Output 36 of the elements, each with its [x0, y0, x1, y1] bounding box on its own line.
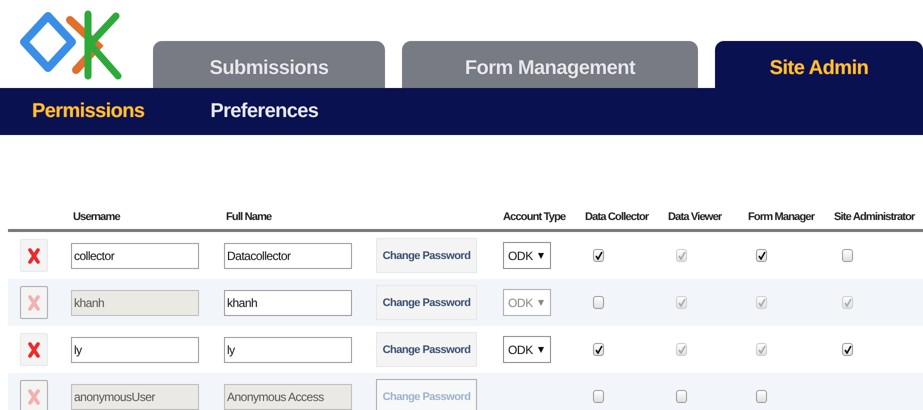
change-password-button[interactable]: Change Password — [376, 332, 477, 367]
username-field[interactable]: ly — [71, 336, 199, 362]
column-header: Full Name — [225, 211, 273, 223]
caret-icon — [538, 346, 544, 353]
full-name-field[interactable]: khanh — [224, 290, 352, 316]
checkbox[interactable] — [842, 249, 853, 262]
subnav-link[interactable]: Preferences — [210, 100, 318, 123]
delete-icon — [28, 294, 40, 310]
account-type-dropdown[interactable]: ODK — [503, 336, 551, 363]
delete-icon — [28, 248, 40, 264]
checkbox[interactable] — [593, 390, 604, 403]
caret-icon — [538, 252, 544, 259]
change-password-button[interactable]: Change Password — [376, 285, 477, 320]
nav-tab[interactable]: Site Admin — [715, 41, 923, 88]
checkbox[interactable] — [593, 249, 604, 262]
column-header: Username — [72, 211, 122, 223]
full-name-field[interactable]: ly — [224, 336, 352, 362]
column-header: Data Viewer — [667, 211, 723, 223]
subnav-link[interactable]: Permissions — [32, 100, 144, 123]
username-field[interactable]: collector — [71, 242, 199, 268]
checkbox[interactable] — [593, 296, 604, 309]
caret-icon — [538, 299, 544, 306]
delete-icon — [28, 388, 40, 404]
checkbox[interactable] — [676, 390, 687, 403]
checkbox[interactable] — [756, 390, 767, 403]
checkbox[interactable] — [842, 343, 853, 356]
column-header: Form Manager — [747, 211, 816, 223]
full-name-field[interactable]: Datacollector — [224, 242, 352, 268]
delete-icon — [28, 342, 40, 358]
account-type-dropdown[interactable]: ODK — [503, 242, 551, 269]
checkbox[interactable] — [756, 249, 767, 262]
change-password-button[interactable]: Change Password — [376, 238, 477, 273]
checkbox[interactable] — [593, 343, 604, 356]
column-header: Data Collector — [584, 211, 650, 223]
column-header: Account Type — [502, 211, 567, 223]
column-header: Site Administrator — [833, 211, 916, 223]
